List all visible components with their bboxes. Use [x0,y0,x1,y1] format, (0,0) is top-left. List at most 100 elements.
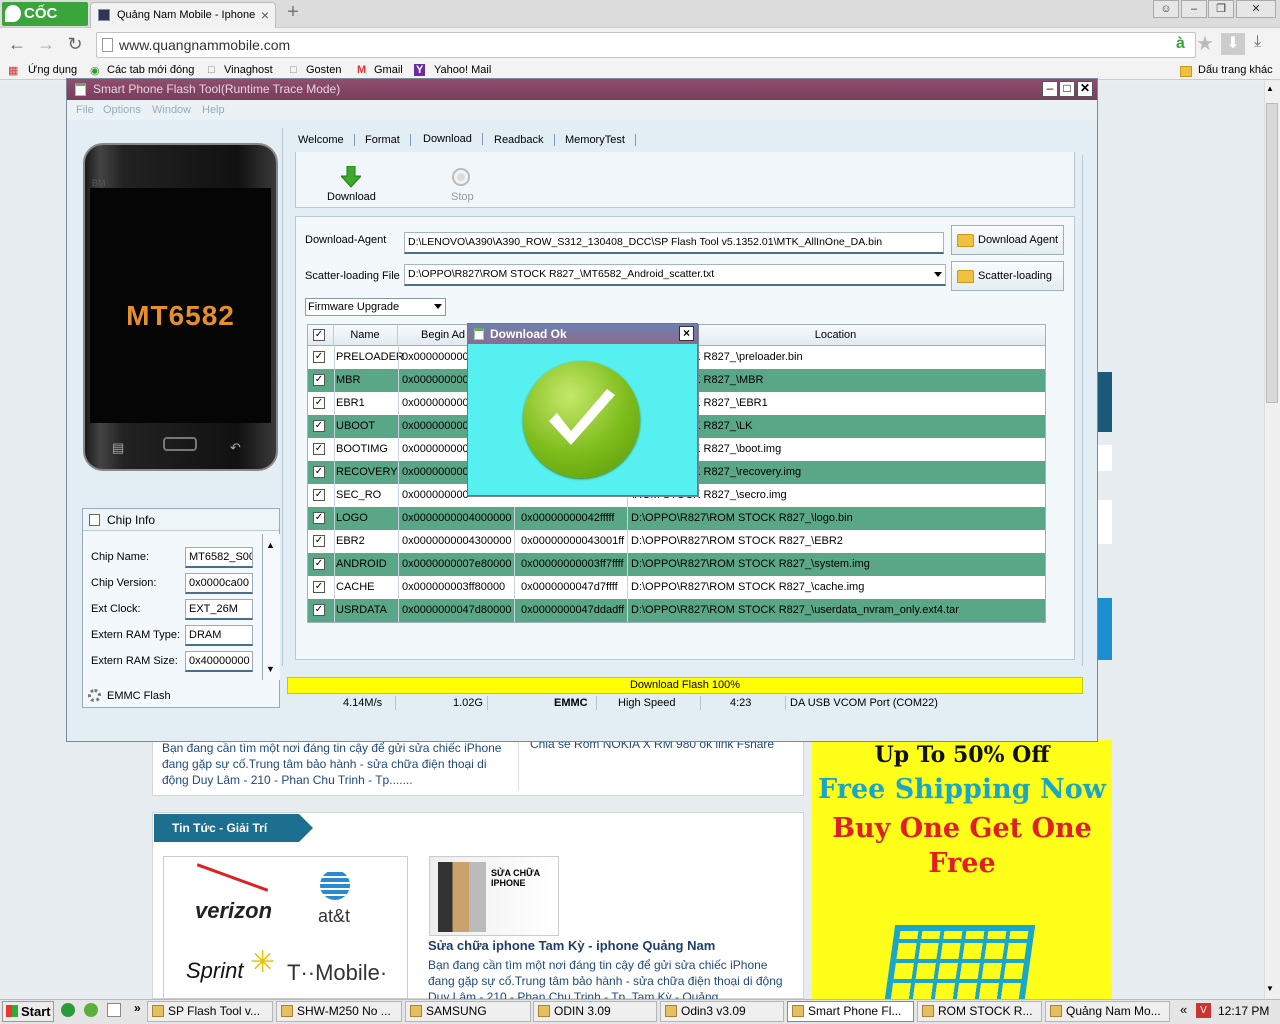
scroll-up-icon[interactable]: ▲ [266,540,275,550]
taskbar-item[interactable]: Odin3 v3.09 [660,1001,784,1022]
column-header-name[interactable]: Name [334,329,396,341]
taskbar-item[interactable]: ROM STOCK R... [917,1001,1042,1022]
taskbar-item[interactable]: Smart Phone Fl... [787,1001,914,1022]
coccoc-logo[interactable]: CỐC CỐC [2,2,88,46]
tab-format[interactable]: Format [365,134,411,146]
mode-select[interactable]: Firmware Upgrade [305,298,446,316]
table-row[interactable]: ✓ EBR2 0x0000000004300000 0x00000000043001f… [308,530,1045,553]
dialog-titlebar[interactable]: Download Ok [468,324,697,344]
menu-icon[interactable]: ⤓ [1254,33,1261,51]
news-header[interactable]: Tin Tức - Giải Trí [154,814,313,842]
scatter-select[interactable]: D:\OPPO\R827\ROM STOCK R827_\MT6582_Andr… [404,264,946,286]
chevron-down-icon[interactable] [934,272,942,277]
row-checkbox[interactable]: ✓ [313,351,325,363]
tab-close-icon[interactable]: × [261,3,269,27]
tray-expand-icon[interactable]: « [1180,1002,1187,1017]
table-row[interactable]: ✓ ANDROID 0x0000000007e80000 0x00000000003f… [308,553,1045,576]
row-checkbox[interactable]: ✓ [313,420,325,432]
menu-help[interactable]: Help [202,104,225,116]
menu-file[interactable]: File [76,104,94,116]
minimize-button[interactable]: – [1042,81,1058,97]
taskbar-item[interactable]: SHW-M250 No ... [276,1001,402,1022]
maximize-button[interactable]: □ [1059,81,1075,97]
download-arrow-icon[interactable] [339,165,363,188]
download-agent-field[interactable]: D:\LENOVO\A390\A390_ROW_S312_130408_DCC\… [404,232,944,254]
quicklaunch-more-icon[interactable]: » [134,1001,141,1015]
coccoc-quicklaunch-icon[interactable] [61,1003,75,1017]
column-header-begin[interactable]: Begin Ad [398,329,468,341]
row-checkbox[interactable]: ✓ [313,466,325,478]
download-icon[interactable]: ⬇ [1221,33,1245,55]
row-checkbox[interactable]: ✓ [313,535,325,547]
browser-tab[interactable]: Quảng Nam Mobile - Iphone × [90,2,276,28]
tab-download[interactable]: Download [423,133,483,145]
scroll-down-icon[interactable]: ▼ [1266,984,1274,993]
close-button[interactable]: ✕ [1236,0,1276,18]
bookmark-gosten[interactable]: Gosten [306,64,341,76]
table-row[interactable]: ✓ LOGO 0x0000000004000000 0x00000000042ffff… [308,507,1045,530]
chip-version-label: Chip Version: [91,577,157,589]
taskbar-item[interactable]: Quảng Nam Mo... [1045,1001,1170,1022]
scatter-loading-button-label: Scatter-loading [978,270,1052,282]
tab-memorytest[interactable]: MemoryTest [565,134,636,146]
star-icon[interactable]: ★ [1196,31,1214,56]
stop-icon[interactable] [452,168,470,186]
taskbar-item[interactable]: SP Flash Tool v... [147,1001,273,1022]
minimize-button[interactable]: – [1181,0,1207,18]
scatter-loading-button[interactable]: Scatter-loading [951,261,1064,291]
scroll-up-icon[interactable]: ▲ [1266,84,1274,93]
dialog-close-button[interactable]: × [679,326,694,341]
article-title[interactable]: Sửa chữa iphone Tam Kỳ - iphone Quảng Na… [428,938,715,953]
new-tab-button[interactable]: + [283,2,303,23]
bookmark-apps[interactable]: Ứng dụng [28,64,77,76]
profile-icon[interactable]: ☺ [1153,0,1179,18]
table-row[interactable]: ✓ USRDATA 0x0000000047d80000 0x0000000047dd… [308,599,1045,622]
tab-readback[interactable]: Readback [494,134,555,146]
chevron-down-icon[interactable] [434,304,442,309]
row-checkbox[interactable]: ✓ [313,374,325,386]
flashtool-titlebar[interactable]: Smart Phone Flash Tool(Runtime Trace Mod… [67,79,1097,100]
coccoc-addon-icon[interactable]: à [1176,35,1185,53]
menu-window[interactable]: Window [152,104,191,116]
bookmark-recent-tabs[interactable]: Các tab mới đóng [107,64,194,76]
emmc-flash-label[interactable]: EMMC Flash [107,690,171,702]
taskbar-item[interactable]: SAMSUNG [405,1001,531,1022]
taskbar-item[interactable]: ODIN 3.09 [533,1001,657,1022]
forward-icon[interactable]: → [35,33,57,55]
menu-options[interactable]: Options [103,104,141,116]
select-all-checkbox[interactable]: ✓ [313,329,325,341]
back-icon[interactable]: ← [6,33,28,55]
chip-info-scrollbar[interactable] [262,534,280,680]
row-checkbox[interactable]: ✓ [313,604,325,616]
row-checkbox[interactable]: ✓ [313,489,325,501]
tab-welcome[interactable]: Welcome [298,134,355,146]
notepad-quicklaunch-icon[interactable] [107,1003,121,1017]
row-checkbox[interactable]: ✓ [313,558,325,570]
bookmark-gmail[interactable]: Gmail [374,64,403,76]
table-row[interactable]: ✓ CACHE 0x000000003ff80000 0x0000000047d7ff… [308,576,1045,599]
reload-icon[interactable]: ↻ [64,33,86,55]
row-checkbox[interactable]: ✓ [313,581,325,593]
bookmark-vinaghost[interactable]: Vinaghost [224,64,273,76]
promo-shipping: Free Shipping Now [818,774,1106,805]
close-button[interactable]: ✕ [1077,81,1093,97]
restore-button[interactable]: ❐ [1208,0,1234,18]
row-checkbox[interactable]: ✓ [313,397,325,409]
download-button[interactable]: Download [327,191,376,203]
browser-quicklaunch-icon[interactable] [84,1003,98,1017]
scrollbar-thumb[interactable] [1266,103,1278,403]
row-checkbox[interactable]: ✓ [313,443,325,455]
bookmark-yahoo-mail[interactable]: Yahoo! Mail [434,64,491,76]
status-storage: EMMC [554,697,588,709]
bookmark-other[interactable]: Dấu trang khác [1198,64,1273,76]
address-bar[interactable]: www.quangnammobile.com [96,32,1196,58]
chip-info-header[interactable]: Chip Info [83,509,279,531]
stop-button[interactable]: Stop [451,191,474,203]
tray-app-icon[interactable]: V [1196,1003,1211,1018]
start-button[interactable]: Start [2,1001,54,1022]
download-agent-button[interactable]: Download Agent [951,225,1064,255]
row-checkbox[interactable]: ✓ [313,512,325,524]
scroll-down-icon[interactable]: ▼ [266,664,275,674]
clock[interactable]: 12:17 PM [1218,1004,1269,1018]
progress-label: Download Flash 100% [629,679,741,691]
